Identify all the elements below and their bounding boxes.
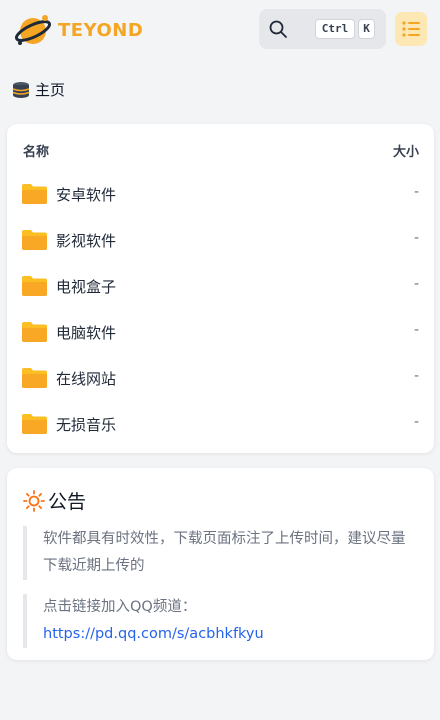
folder-name: 电视盒子 — [56, 278, 117, 296]
column-header-size[interactable]: 大小 — [393, 141, 419, 160]
folder-name: 在线网站 — [56, 370, 117, 388]
search-icon — [269, 20, 287, 38]
announcement-quote: 点击链接加入QQ频道： https://pd.qq.com/s/acbhkfky… — [23, 594, 418, 648]
folder-size: - — [413, 184, 419, 200]
folder-name: 电脑软件 — [56, 324, 117, 342]
search-button[interactable]: Ctrl K — [259, 9, 386, 49]
announcement-header: 公告 — [23, 487, 86, 514]
shortcut-key-k: K — [358, 19, 375, 39]
folder-row[interactable]: 无损音乐 - — [7, 401, 434, 447]
top-header: TEYOND Ctrl K — [0, 0, 440, 60]
announcement-title: 公告 — [48, 491, 87, 513]
folder-name: 影视软件 — [56, 232, 117, 250]
folder-row[interactable]: 电脑软件 - — [7, 309, 434, 355]
home-stack-icon — [12, 81, 30, 98]
sun-icon — [23, 489, 45, 512]
folder-icon — [22, 368, 47, 388]
announcement-text: 点击链接加入QQ频道： — [43, 599, 197, 615]
folder-size: - — [413, 414, 419, 430]
column-header-name[interactable]: 名称 — [23, 141, 49, 160]
folder-icon — [22, 414, 47, 434]
folder-row[interactable]: 安卓软件 - — [7, 171, 434, 217]
folder-size: - — [413, 276, 419, 292]
file-list-card: 名称 大小 安卓软件 - 影视软件 - 电视盒子 - 电脑软件 - 在线网站 -… — [7, 124, 434, 453]
folder-size: - — [413, 322, 419, 338]
logo-icon — [14, 15, 52, 45]
folder-row[interactable]: 在线网站 - — [7, 355, 434, 401]
breadcrumb-home[interactable]: 主页 — [35, 79, 65, 100]
folder-size: - — [413, 230, 419, 246]
folder-row[interactable]: 电视盒子 - — [7, 263, 434, 309]
folder-row[interactable]: 影视软件 - — [7, 217, 434, 263]
shortcut-key-ctrl: Ctrl — [315, 19, 355, 39]
folder-icon — [22, 230, 47, 250]
announcement-card: 公告 软件都具有时效性，下载页面标注了上传时间，建议尽量下载近期上传的 点击链接… — [7, 468, 434, 660]
brand-logo[interactable]: TEYOND — [14, 12, 143, 48]
folder-size: - — [413, 368, 419, 384]
breadcrumb: 主页 — [12, 79, 65, 100]
qq-channel-link[interactable]: https://pd.qq.com/s/acbhkfkyu — [43, 621, 418, 648]
announcement-quote: 软件都具有时效性，下载页面标注了上传时间，建议尽量下载近期上传的 — [23, 526, 418, 580]
brand-name: TEYOND — [58, 19, 144, 41]
list-icon — [402, 21, 420, 37]
menu-button[interactable] — [395, 12, 427, 46]
folder-icon — [22, 276, 47, 296]
folder-name: 安卓软件 — [56, 186, 117, 204]
folder-name: 无损音乐 — [56, 416, 117, 434]
folder-icon — [22, 184, 47, 204]
folder-icon — [22, 322, 47, 342]
